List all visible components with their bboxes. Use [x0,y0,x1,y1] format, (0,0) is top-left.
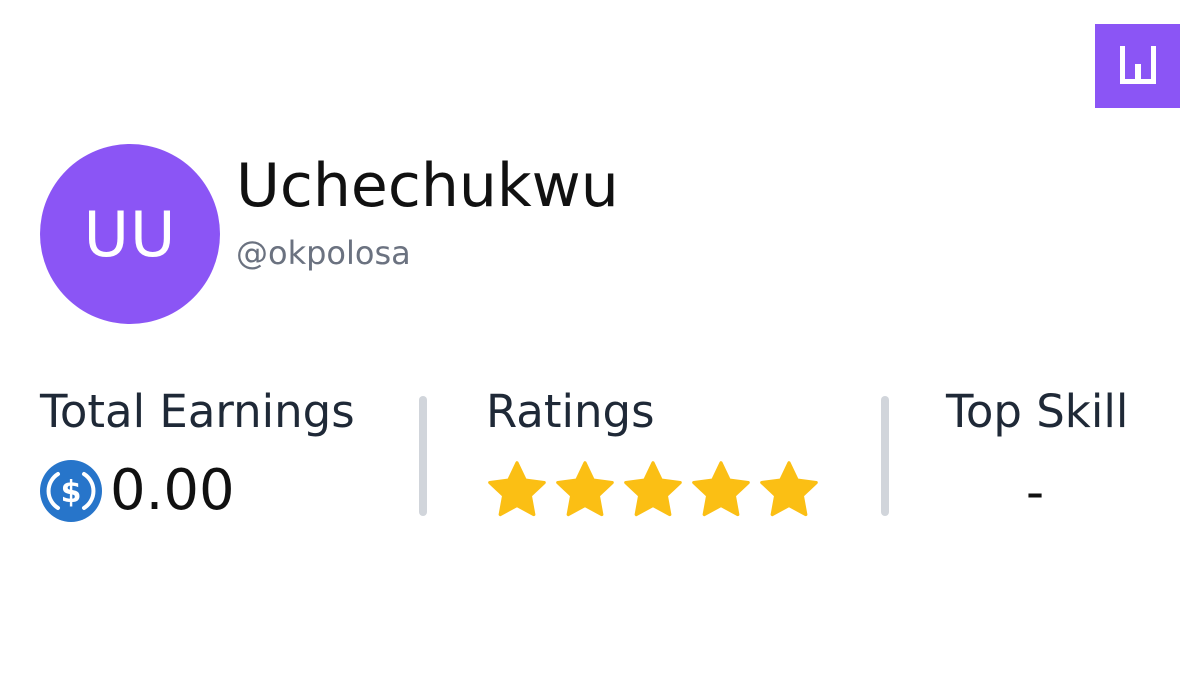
total-earnings-label: Total Earnings [40,385,355,438]
avatar-initials: UU [83,197,177,271]
stats-divider [419,396,427,516]
usdc-coin-icon: $ [40,460,102,522]
stats-divider [881,396,889,516]
profile-handle: @okpolosa [236,234,411,272]
rating-stars [485,458,821,522]
profile-name: Uchechukwu [236,151,619,221]
total-earnings-value: 0.00 [110,458,235,523]
star-icon [624,461,682,517]
star-icon [556,461,614,517]
star-icon [760,461,818,517]
svg-text:$: $ [61,475,82,510]
top-skill-label: Top Skill [946,385,1129,438]
w-logo-icon [1119,46,1156,84]
star-icon [692,461,750,517]
brand-logo[interactable] [1095,24,1180,108]
total-earnings: $ 0.00 [40,460,235,522]
avatar: UU [40,144,220,324]
ratings-label: Ratings [486,385,655,438]
star-icon [488,461,546,517]
top-skill-value: - [1026,463,1045,521]
